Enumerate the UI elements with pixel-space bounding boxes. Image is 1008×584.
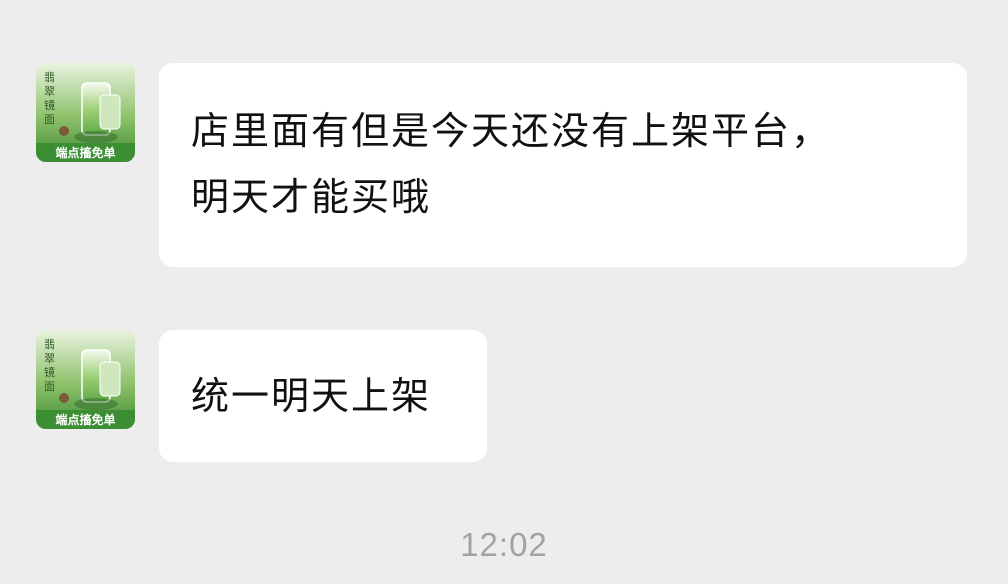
green-drink-cup-icon: 翡 翠 镜 面 端点搐免单 (36, 330, 135, 429)
message-bubble[interactable]: 店里面有但是今天还没有上架平台， 明天才能买哦 (159, 63, 967, 267)
message-text-line: 店里面有但是今天还没有上架平台， (191, 109, 832, 153)
message-text-line: 统一明天上架 (191, 374, 432, 418)
green-drink-cup-icon: 翡 翠 镜 面 端点搐免单 (36, 63, 135, 162)
message-bubble[interactable]: 统一明天上架 (159, 330, 487, 462)
svg-text:面: 面 (44, 113, 55, 126)
avatar[interactable]: 翡 翠 镜 面 端点搐免单 (36, 63, 135, 162)
timestamp: 12:02 (460, 526, 548, 563)
avatar-title: 翡 (44, 71, 55, 84)
svg-text:翠: 翠 (44, 352, 55, 365)
message-row: 翡 翠 镜 面 端点搐免单 统一明天上架 (36, 330, 487, 462)
svg-text:镜: 镜 (44, 365, 55, 379)
avatar[interactable]: 翡 翠 镜 面 端点搐免单 (36, 330, 135, 429)
svg-text:翡: 翡 (44, 338, 55, 351)
message-text-line: 明天才能买哦 (191, 175, 432, 219)
svg-text:面: 面 (44, 380, 55, 393)
svg-text:镜: 镜 (44, 98, 55, 112)
message-row: 翡 翠 镜 面 端点搐免单 店里面有但是今天还没有上架平台， 明天才能买哦 (36, 63, 967, 267)
avatar-banner: 端点搐免单 (55, 145, 115, 160)
avatar-banner: 端点搐免单 (55, 412, 115, 427)
svg-text:翠: 翠 (44, 85, 55, 98)
